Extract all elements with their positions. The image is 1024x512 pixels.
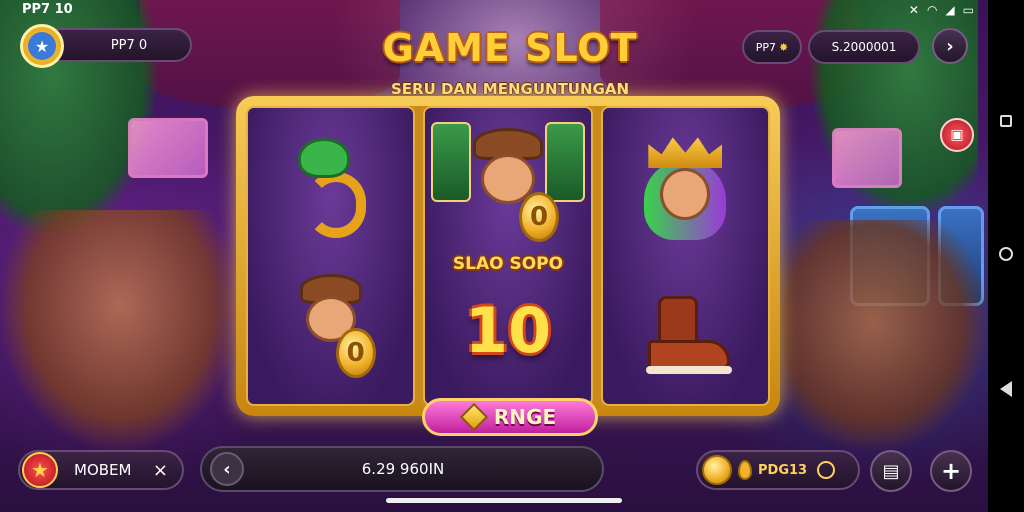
explorer-symbol: 0 <box>443 126 573 246</box>
boot-symbol <box>630 288 740 378</box>
status-clock: PP7 10 <box>22 2 73 17</box>
game-title: GAME SLOT <box>382 26 638 70</box>
wallet-button[interactable]: ▤ <box>870 450 912 492</box>
home-indicator[interactable] <box>386 498 622 503</box>
recents-icon[interactable] <box>1000 115 1012 127</box>
number-10-symbol: 10 <box>464 294 552 367</box>
level-pill[interactable]: PP7 ✸ <box>742 30 802 64</box>
mode-pill[interactable]: ★ MOBEM × <box>18 450 184 490</box>
balance-value: S.2000001 <box>831 40 897 54</box>
queen-symbol <box>630 130 740 250</box>
back-button[interactable]: ‹ <box>210 452 244 486</box>
plus-icon: + <box>940 457 962 485</box>
player-label: PP7 0 <box>110 37 148 53</box>
wallet-icon: ▤ <box>882 460 900 482</box>
badge-icon <box>817 461 836 479</box>
reel-frame: 0 0 SLAO SOPO 10 <box>236 96 780 416</box>
explorer-coin-symbol: 0 <box>266 268 396 388</box>
chevron-left-icon: ‹ <box>223 458 231 480</box>
neon-sign-left <box>128 118 208 178</box>
gold-drop-icon <box>738 460 752 480</box>
spin-button[interactable]: RNGE <box>422 398 598 436</box>
coins-pill[interactable]: PDG13 <box>696 450 860 490</box>
battery-icon: ▭ <box>962 3 974 17</box>
status-icons: ✕ ◠ ◢ ▭ <box>909 3 974 17</box>
player-pill[interactable]: PP7 0 <box>44 28 192 62</box>
next-button[interactable]: › <box>932 28 968 64</box>
spin-label: RNGE <box>493 405 557 429</box>
reels: 0 0 SLAO SOPO 10 <box>246 106 770 406</box>
status-bar: PP7 10 ✕ ◠ ◢ ▭ <box>0 0 988 22</box>
reel-caption: SLAO SOPO <box>452 254 564 274</box>
crowd-right <box>758 220 988 450</box>
android-nav-bar <box>988 0 1024 512</box>
home-icon[interactable] <box>999 247 1013 261</box>
amount-bar: ‹ 6.29 960IN <box>200 446 604 492</box>
balance-pill[interactable]: S.2000001 <box>808 30 920 64</box>
star-avatar-icon: ★ <box>28 32 56 60</box>
game-stage: PP7 10 ✕ ◠ ◢ ▭ PP7 0 ★ PP7 ✸ S.2000001 ›… <box>0 0 988 512</box>
avatar[interactable]: ★ <box>20 24 64 68</box>
add-button[interactable]: + <box>930 450 972 492</box>
neon-sign-right <box>832 128 902 188</box>
reel-2: 0 SLAO SOPO 10 <box>423 106 593 406</box>
level-label: PP7 <box>755 40 777 54</box>
reel-1: 0 <box>246 106 416 406</box>
coin-icon <box>702 455 732 485</box>
dragon-symbol <box>276 132 386 242</box>
diamond-icon <box>459 402 489 432</box>
chevron-right-icon: › <box>946 35 954 57</box>
signal-icon: ◢ <box>945 3 955 17</box>
back-icon[interactable] <box>1000 381 1012 397</box>
gift-icon[interactable]: ▣ <box>940 118 974 152</box>
amount-value: 6.29 960IN <box>361 460 445 478</box>
mute-icon: ✕ <box>908 3 919 17</box>
crowd-left <box>0 210 240 450</box>
star-icon: ✸ <box>779 40 789 54</box>
coins-label: PDG13 <box>758 462 808 478</box>
wifi-icon: ◠ <box>926 3 938 17</box>
reel-3 <box>600 106 770 406</box>
mode-label: MOBEM <box>74 461 132 479</box>
close-icon[interactable]: × <box>153 460 168 481</box>
star-icon: ★ <box>22 452 58 488</box>
